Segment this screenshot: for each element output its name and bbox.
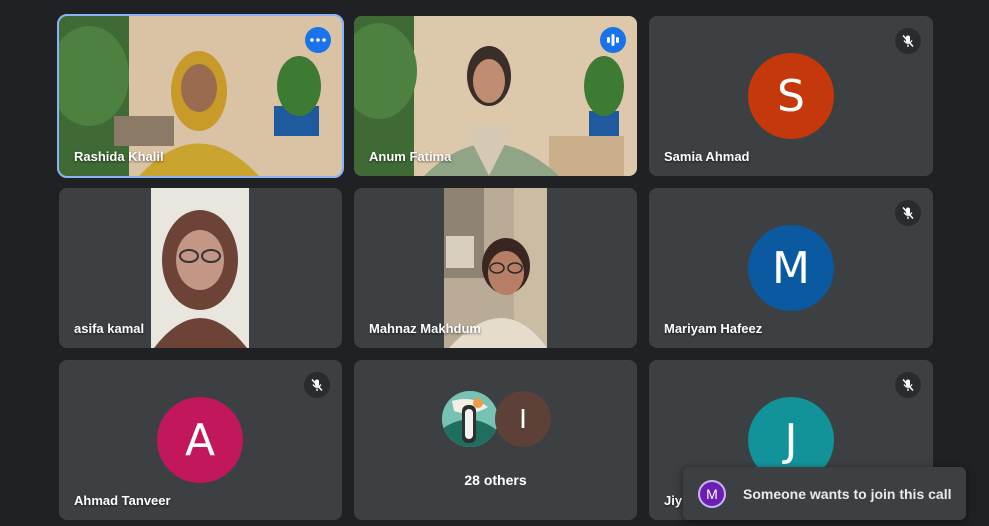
avatar-initial: S [777, 70, 805, 122]
join-request-toast[interactable]: M Someone wants to join this call [683, 467, 966, 520]
others-count-label: 28 others [464, 472, 527, 488]
muted-indicator [895, 372, 921, 398]
mic-off-icon [311, 378, 323, 392]
participant-tile-mahnaz-makhdum[interactable]: Mahnaz Makhdum [354, 188, 637, 348]
audio-level-icon [607, 34, 619, 46]
participant-name: Mariyam Hafeez [664, 321, 763, 336]
participant-name: Mahnaz Makhdum [369, 321, 481, 336]
avatar-initial: J [784, 414, 798, 466]
mic-off-icon [902, 34, 914, 48]
avatar-initial: M [706, 485, 718, 502]
more-options-button[interactable] [305, 27, 331, 53]
muted-indicator [895, 200, 921, 226]
mic-off-icon [902, 206, 914, 220]
join-request-text: Someone wants to join this call [743, 485, 952, 502]
participant-name: Samia Ahmad [664, 149, 750, 164]
participant-tile-samia-ahmad[interactable]: S Samia Ahmad [649, 16, 933, 176]
participant-avatar: M [748, 225, 834, 311]
meeting-grid: Rashida Khalil Anum Fatima S Samia Ahmad… [0, 0, 989, 526]
participant-avatar: A [157, 397, 243, 483]
muted-indicator [304, 372, 330, 398]
participant-tile-ahmad-tanveer[interactable]: A Ahmad Tanveer [59, 360, 342, 520]
participant-name: Rashida Khalil [74, 149, 164, 164]
participant-name: Jiy [664, 493, 683, 508]
others-avatar-image [442, 391, 498, 447]
audio-level-indicator [600, 27, 626, 53]
others-avatar-initial: I [495, 391, 551, 447]
participant-tile-anum-fatima[interactable]: Anum Fatima [354, 16, 637, 176]
avatar-initial: I [519, 403, 527, 434]
participant-tile-mariyam-hafeez[interactable]: M Mariyam Hafeez [649, 188, 933, 348]
muted-indicator [895, 28, 921, 54]
participant-tile-rashida-khalil[interactable]: Rashida Khalil [57, 14, 344, 178]
avatar-initial: M [772, 242, 810, 294]
requester-avatar: M [698, 479, 726, 508]
participant-name: Ahmad Tanveer [74, 493, 171, 508]
avatar-initial: A [184, 414, 216, 466]
participant-tile-asifa-kamal[interactable]: asifa kamal [59, 188, 342, 348]
participant-name: asifa kamal [74, 321, 145, 336]
others-tile[interactable]: I 28 others [354, 360, 637, 520]
more-options-icon [310, 38, 326, 42]
mic-off-icon [902, 378, 914, 392]
participant-avatar: S [748, 53, 834, 139]
participant-name: Anum Fatima [369, 149, 452, 164]
